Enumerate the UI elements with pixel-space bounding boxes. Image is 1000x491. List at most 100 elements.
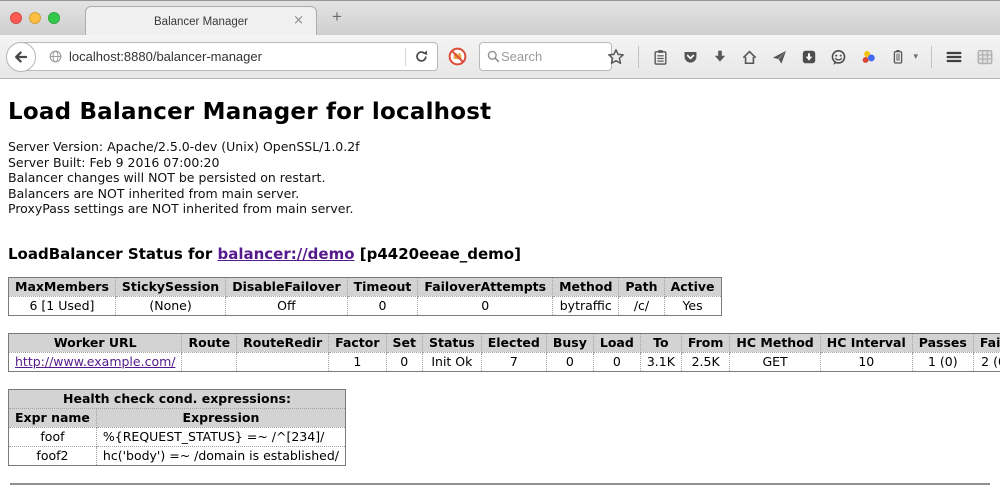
pages-grid-icon bbox=[976, 48, 994, 66]
toolbar-separator bbox=[931, 46, 932, 68]
expression-row: foof %{REQUEST_STATUS} =~ /^[234]/ bbox=[9, 427, 346, 446]
plugin-blocked-button[interactable] bbox=[447, 46, 468, 71]
disable-failover-cell: Off bbox=[226, 296, 347, 315]
battery-icon bbox=[890, 49, 906, 65]
menu-button[interactable] bbox=[945, 48, 963, 66]
feedback-smiley-icon bbox=[830, 49, 847, 66]
column-header: Timeout bbox=[347, 277, 418, 296]
search-magnifier-icon bbox=[486, 49, 501, 64]
urlbar-separator bbox=[405, 48, 406, 66]
color-dots-icon bbox=[860, 49, 877, 66]
elected-cell: 7 bbox=[481, 352, 546, 371]
balancer-settings-table: MaxMembers StickySession DisableFailover… bbox=[8, 277, 722, 316]
factor-cell: 1 bbox=[329, 352, 386, 371]
info-line: Balancers are NOT inherited from main se… bbox=[8, 186, 992, 202]
page-content: Load Balancer Manager for localhost Serv… bbox=[0, 79, 1000, 485]
table-row: 6 [1 Used] (None) Off 0 0 bytraffic /c/ … bbox=[9, 296, 722, 315]
bookmark-star-button[interactable] bbox=[607, 48, 625, 66]
color-dots-button[interactable] bbox=[860, 49, 877, 66]
hc-table-title: Health check cond. expressions: bbox=[9, 389, 346, 408]
column-header: DisableFailover bbox=[226, 277, 347, 296]
table-header-row: Worker URL Route RouteRedir Factor Set S… bbox=[9, 333, 1000, 352]
worker-status-table: Worker URL Route RouteRedir Factor Set S… bbox=[8, 333, 1000, 372]
back-arrow-icon bbox=[13, 49, 29, 65]
column-header: StickySession bbox=[115, 277, 225, 296]
worker-url-link[interactable]: http://www.example.com/ bbox=[15, 354, 175, 369]
minimize-window-button[interactable] bbox=[29, 12, 41, 24]
column-header: From bbox=[681, 333, 730, 352]
timeout-cell: 0 bbox=[347, 296, 418, 315]
column-header: Route bbox=[182, 333, 237, 352]
navigation-toolbar: localhost:8880/balancer-manager bbox=[0, 35, 1000, 79]
back-button[interactable] bbox=[6, 42, 36, 72]
send-button[interactable] bbox=[771, 49, 788, 66]
route-redir-cell bbox=[237, 352, 329, 371]
balancer-demo-link[interactable]: balancer://demo bbox=[217, 245, 354, 263]
expression-row: foof2 hc('body') =~ /domain is establish… bbox=[9, 446, 346, 465]
battery-dropdown-caret-icon[interactable]: ▾ bbox=[913, 52, 918, 62]
reload-icon bbox=[414, 49, 429, 64]
zoom-window-button[interactable] bbox=[48, 12, 60, 24]
tab-title: Balancer Manager bbox=[154, 16, 248, 28]
globe-icon bbox=[48, 49, 63, 64]
battery-button[interactable] bbox=[890, 49, 906, 65]
column-header: Status bbox=[423, 333, 482, 352]
worker-row: http://www.example.com/ 1 0 Init Ok 7 0 … bbox=[9, 352, 1000, 371]
downloads-button[interactable] bbox=[712, 49, 728, 65]
hc-method-cell: GET bbox=[730, 352, 820, 371]
column-header: Busy bbox=[546, 333, 593, 352]
table-title-row: Health check cond. expressions: bbox=[9, 389, 346, 408]
url-bar[interactable]: localhost:8880/balancer-manager bbox=[21, 42, 438, 71]
home-button[interactable] bbox=[741, 49, 758, 66]
pocket-button[interactable] bbox=[682, 49, 699, 66]
tab-close-icon[interactable]: × bbox=[293, 13, 304, 29]
health-check-expressions-table: Health check cond. expressions: Expr nam… bbox=[8, 389, 346, 466]
status-cell: Init Ok bbox=[423, 352, 482, 371]
sticky-session-cell: (None) bbox=[115, 296, 225, 315]
info-line: ProxyPass settings are NOT inherited fro… bbox=[8, 201, 992, 217]
column-header: MaxMembers bbox=[9, 277, 116, 296]
failover-attempts-cell: 0 bbox=[418, 296, 553, 315]
close-window-button[interactable] bbox=[10, 12, 22, 24]
table-header-row: Expr name Expression bbox=[9, 408, 346, 427]
hc-interval-cell: 10 bbox=[820, 352, 912, 371]
save-page-button[interactable] bbox=[801, 49, 817, 65]
expr-name-cell: foof2 bbox=[9, 446, 97, 465]
reading-list-button[interactable] bbox=[652, 49, 669, 66]
tab-balancer-manager[interactable]: Balancer Manager × bbox=[85, 6, 317, 36]
server-info: Server Version: Apache/2.5.0-dev (Unix) … bbox=[8, 139, 992, 217]
column-header: Expr name bbox=[9, 408, 97, 427]
reading-list-icon bbox=[652, 49, 669, 66]
worker-url-cell: http://www.example.com/ bbox=[9, 352, 182, 371]
column-header: Set bbox=[386, 333, 422, 352]
traffic-lights bbox=[10, 12, 60, 24]
column-header: Load bbox=[593, 333, 640, 352]
path-cell: /c/ bbox=[619, 296, 664, 315]
column-header: HC Method bbox=[730, 333, 820, 352]
active-cell: Yes bbox=[664, 296, 721, 315]
search-bar[interactable] bbox=[479, 42, 612, 71]
expression-cell: %{REQUEST_STATUS} =~ /^[234]/ bbox=[96, 427, 345, 446]
column-header: HC Interval bbox=[820, 333, 912, 352]
column-header: FailoverAttempts bbox=[418, 277, 553, 296]
fails-cell: 2 (0) bbox=[973, 352, 1000, 371]
bottom-horizontal-rule bbox=[10, 483, 990, 485]
column-header: Passes bbox=[912, 333, 973, 352]
set-cell: 0 bbox=[386, 352, 422, 371]
search-input[interactable] bbox=[501, 49, 605, 64]
reload-button[interactable] bbox=[414, 49, 429, 64]
url-text[interactable]: localhost:8880/balancer-manager bbox=[69, 49, 405, 64]
expr-name-cell: foof bbox=[9, 427, 97, 446]
feedback-button[interactable] bbox=[830, 49, 847, 66]
new-tab-button[interactable]: + bbox=[332, 7, 342, 27]
column-header: To bbox=[640, 333, 681, 352]
hamburger-menu-icon bbox=[945, 48, 963, 66]
pages-grid-button[interactable] bbox=[976, 48, 994, 66]
max-members-cell: 6 [1 Used] bbox=[9, 296, 116, 315]
passes-cell: 1 (0) bbox=[912, 352, 973, 371]
column-header: Path bbox=[619, 277, 664, 296]
send-plane-icon bbox=[771, 49, 788, 66]
column-header: Worker URL bbox=[9, 333, 182, 352]
expression-cell: hc('body') =~ /domain is established/ bbox=[96, 446, 345, 465]
download-arrow-icon bbox=[712, 49, 728, 65]
